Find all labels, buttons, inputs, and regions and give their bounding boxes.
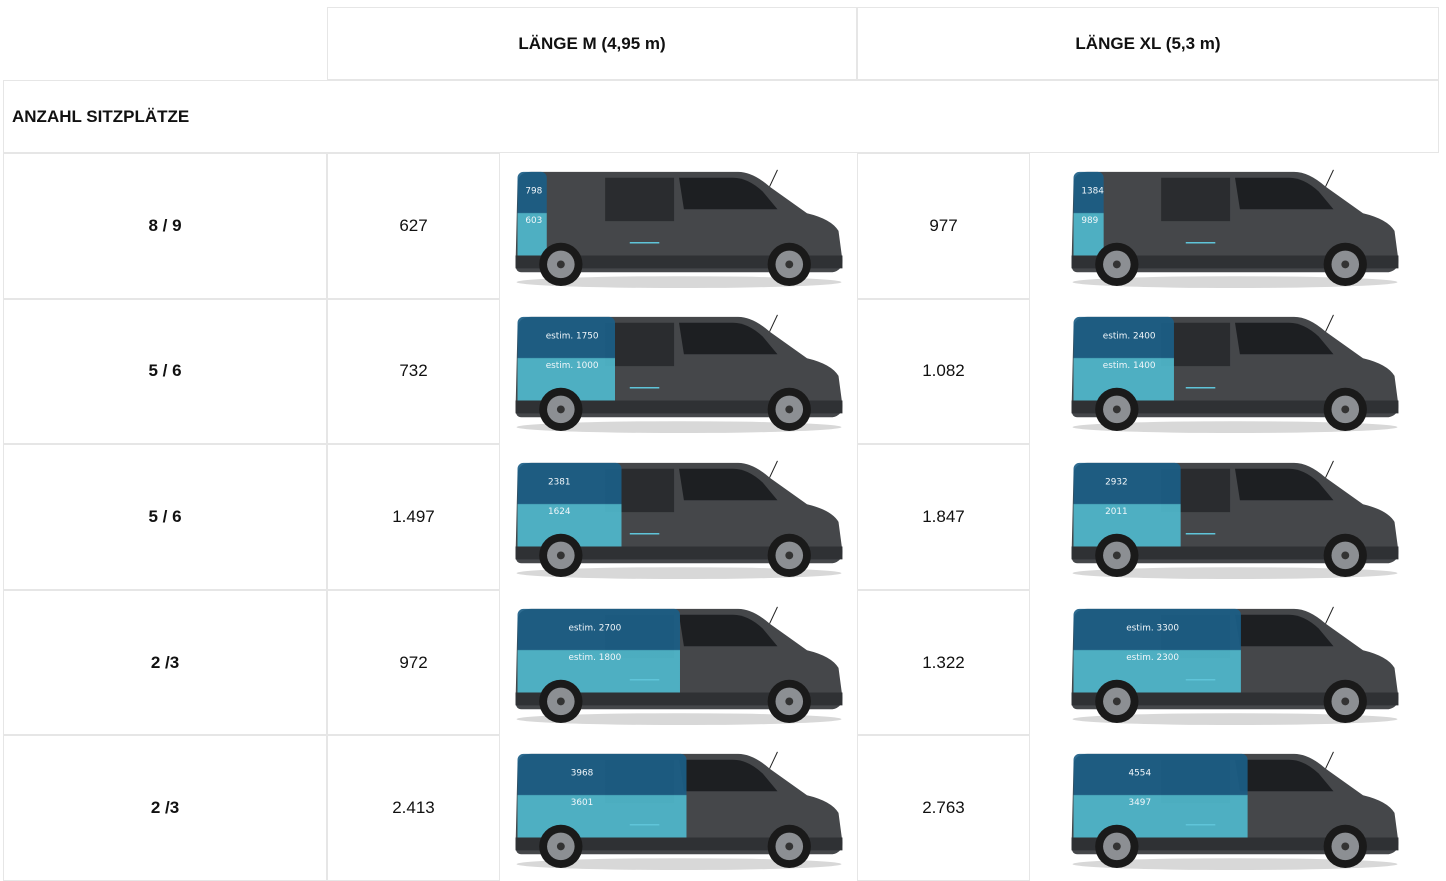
cargo-bottom-label: 3601: [570, 798, 593, 808]
cargo-bottom-label: 1624: [548, 507, 571, 517]
volume-xl-cell: 2.763: [857, 735, 1030, 881]
van-illustration: estim. 3300 estim. 2300: [1071, 606, 1398, 725]
seat-count-cell: 8 / 9: [3, 153, 327, 299]
cargo-bottom-label: 2011: [1105, 507, 1128, 517]
van-image-m-cell: 3968 3601: [500, 735, 857, 881]
cargo-bottom-label: estim. 1800: [568, 653, 621, 663]
van-illustration: 2932 2011: [1071, 460, 1398, 580]
cargo-bottom-label: estim. 1400: [1102, 361, 1155, 371]
section-label-seats: ANZAHL SITZPLÄTZE: [3, 80, 1439, 153]
volume-xl-cell: 977: [857, 153, 1030, 299]
volume-xl-cell: 1.322: [857, 589, 1030, 736]
seat-count-cell: 2 /3: [3, 589, 327, 736]
cargo-top-label: 798: [525, 186, 542, 196]
volume-m-cell: 732: [327, 298, 500, 445]
volume-xl-cell: 1.082: [857, 298, 1030, 445]
van-illustration: 1384 989: [1071, 169, 1398, 288]
volume-xl-cell: 1.847: [857, 444, 1030, 590]
cargo-bottom-label: 3497: [1128, 798, 1151, 808]
van-image-xl-cell: 4554 3497: [1030, 735, 1439, 881]
cargo-top-label: estim. 3300: [1126, 623, 1179, 633]
volume-m-cell: 972: [327, 589, 500, 736]
van-illustration: 3968 3601: [515, 751, 842, 871]
van-image-m-cell: 798 603: [500, 153, 857, 299]
seat-count-cell: 5 / 6: [3, 298, 327, 445]
van-illustration: estim. 2700 estim. 1800: [515, 606, 842, 725]
van-illustration: 798 603: [515, 169, 842, 288]
cargo-bottom-label: 603: [525, 216, 542, 226]
cargo-top-label: 4554: [1128, 769, 1151, 779]
van-image-xl-cell: 2932 2011: [1030, 444, 1439, 590]
volume-m-cell: 1.497: [327, 444, 500, 590]
van-image-xl-cell: estim. 2400 estim. 1400: [1030, 298, 1439, 445]
cargo-top-label: estim. 2700: [568, 623, 621, 633]
van-image-m-cell: 2381 1624: [500, 444, 857, 590]
van-illustration: estim. 2400 estim. 1400: [1071, 315, 1398, 434]
van-image-xl-cell: estim. 3300 estim. 2300: [1030, 589, 1439, 736]
cargo-top-label: 3968: [570, 769, 593, 779]
volume-m-cell: 2.413: [327, 735, 500, 881]
van-illustration: 4554 3497: [1071, 751, 1398, 871]
cargo-top-label: 2381: [548, 477, 571, 487]
cargo-bottom-label: 989: [1081, 216, 1098, 226]
van-illustration: estim. 1750 estim. 1000: [515, 315, 842, 434]
seat-count-cell: 5 / 6: [3, 444, 327, 590]
van-illustration: 2381 1624: [515, 460, 842, 580]
cargo-volume-table: LÄNGE M (4,95 m) LÄNGE XL (5,3 m) ANZAHL…: [0, 0, 1446, 881]
column-header-length-xl: LÄNGE XL (5,3 m): [857, 7, 1439, 80]
cargo-bottom-label: estim. 1000: [545, 361, 598, 371]
van-image-m-cell: estim. 2700 estim. 1800: [500, 589, 857, 736]
column-header-length-m: LÄNGE M (4,95 m): [327, 7, 857, 80]
van-image-xl-cell: 1384 989: [1030, 153, 1439, 299]
seat-count-cell: 2 /3: [3, 735, 327, 881]
cargo-bottom-label: estim. 2300: [1126, 653, 1179, 663]
cargo-top-label: 2932: [1105, 477, 1128, 487]
volume-m-cell: 627: [327, 153, 500, 299]
van-image-m-cell: estim. 1750 estim. 1000: [500, 298, 857, 445]
cargo-top-label: 1384: [1081, 186, 1104, 196]
empty-corner-cell: [0, 0, 327, 80]
cargo-top-label: estim. 1750: [545, 332, 598, 342]
cargo-top-label: estim. 2400: [1102, 332, 1155, 342]
